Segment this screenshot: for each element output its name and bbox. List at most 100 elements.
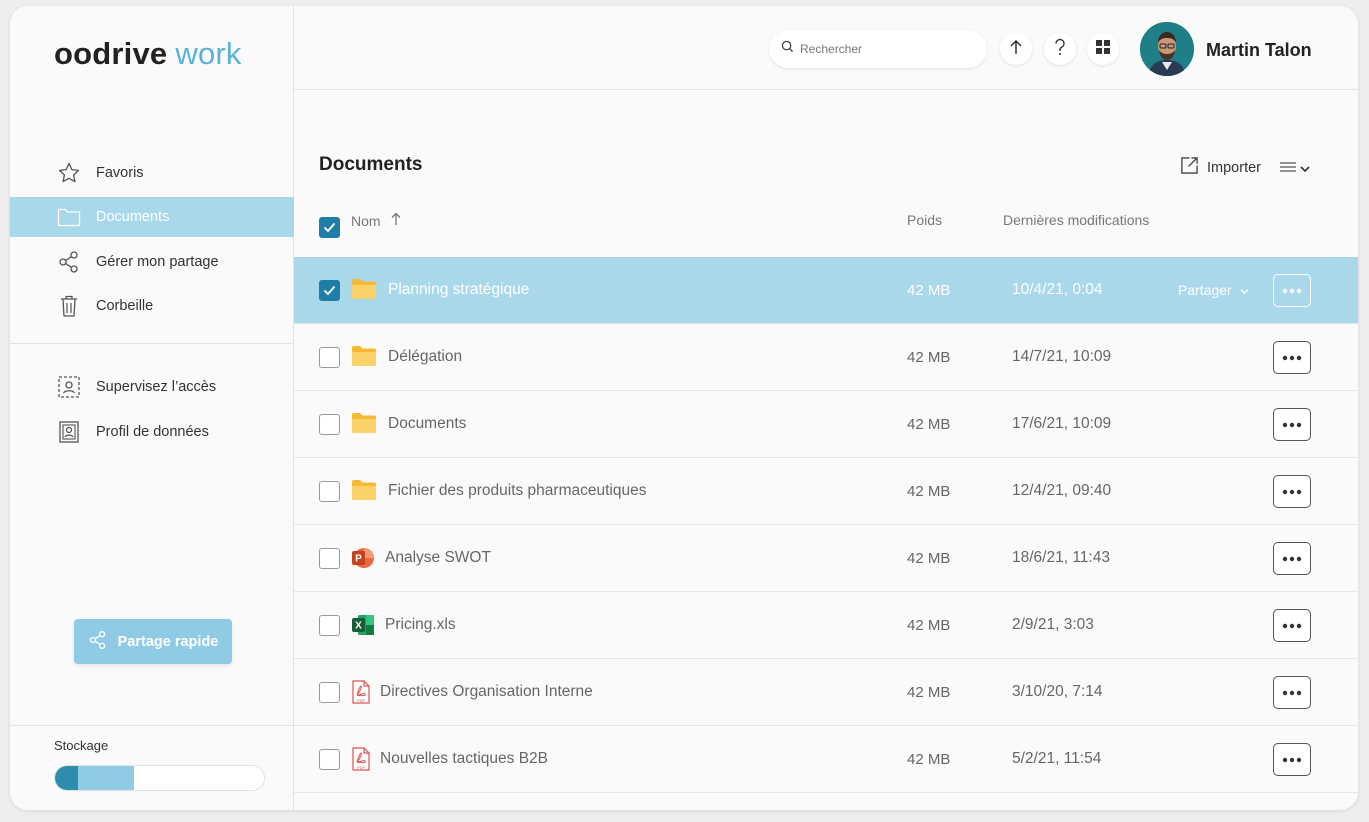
file-name[interactable]: Nouvelles tactiques B2B	[380, 750, 548, 768]
sidebar-item-label: Profil de données	[96, 424, 209, 440]
trash-icon	[56, 293, 82, 319]
file-modified-date: 18/6/21, 11:43	[1012, 549, 1110, 566]
file-list: Planning stratégique 42 MB 10/4/21, 0:04 Pa…	[294, 257, 1358, 793]
search-input[interactable]	[800, 42, 980, 56]
avatar[interactable]	[1140, 22, 1194, 76]
list-view-icon	[1280, 160, 1296, 178]
column-header-modified[interactable]: Dernières modifications	[1003, 212, 1149, 228]
file-name[interactable]: Fichier des produits pharmaceutiques	[388, 482, 646, 500]
file-name[interactable]: Documents	[388, 415, 466, 433]
folder-icon	[351, 412, 377, 436]
excel-icon: X	[351, 613, 377, 637]
table-row[interactable]: Délégation 42 MB 14/7/21, 10:09	[294, 324, 1358, 391]
folder-icon	[351, 278, 377, 302]
sidebar-item-label: Supervisez l’accès	[96, 379, 217, 395]
row-checkbox[interactable]	[319, 548, 340, 569]
file-modified-date: 17/6/21, 10:09	[1012, 415, 1112, 432]
svg-text:X: X	[355, 621, 362, 632]
file-name[interactable]: Délégation	[388, 348, 462, 366]
file-name[interactable]: Analyse SWOT	[385, 549, 491, 567]
table-row[interactable]: Documents 42 MB 17/6/21, 10:09	[294, 391, 1358, 458]
row-checkbox[interactable]	[319, 347, 340, 368]
quick-share-label: Partage rapide	[117, 633, 219, 650]
upload-button[interactable]	[1000, 33, 1032, 65]
table-row[interactable]: PDF Nouvelles tactiques B2B 42 MB 5/2/21, 1…	[294, 726, 1358, 793]
share-icon	[56, 249, 82, 275]
more-dots-icon	[1282, 489, 1302, 494]
chevron-down-icon	[1300, 160, 1310, 178]
more-dots-icon	[1282, 623, 1302, 628]
apps-button[interactable]	[1087, 33, 1119, 65]
more-options-button[interactable]	[1273, 341, 1311, 374]
sidebar-item-profil[interactable]: Profil de données	[10, 412, 294, 452]
select-all-checkbox[interactable]	[319, 217, 340, 238]
sidebar-item-gerer-partage[interactable]: Gérer mon partage	[10, 242, 294, 282]
file-modified-date: 2/9/21, 3:03	[1012, 616, 1094, 633]
more-options-button[interactable]	[1273, 609, 1311, 642]
page-title: Documents	[319, 154, 423, 175]
quick-share-button[interactable]: Partage rapide	[74, 619, 232, 664]
file-name[interactable]: Directives Organisation Interne	[380, 683, 593, 701]
powerpoint-icon: P	[351, 546, 377, 570]
svg-text:P: P	[355, 554, 362, 565]
app-window: oodrive work Favoris Documents Gérer mon …	[10, 6, 1358, 810]
folder-icon	[351, 345, 377, 369]
column-label: Nom	[351, 212, 381, 229]
more-dots-icon	[1282, 422, 1302, 427]
svg-text:PDF: PDF	[357, 765, 366, 770]
more-dots-icon	[1282, 757, 1302, 762]
row-checkbox[interactable]	[319, 615, 340, 636]
row-checkbox[interactable]	[319, 481, 340, 502]
file-size: 42 MB	[907, 617, 951, 634]
more-dots-icon	[1282, 690, 1302, 695]
more-options-button[interactable]	[1273, 475, 1311, 508]
check-icon	[323, 285, 336, 296]
column-header-size[interactable]: Poids	[907, 212, 942, 228]
column-header-name[interactable]: Nom	[351, 212, 401, 229]
help-button[interactable]	[1044, 33, 1076, 65]
sidebar-item-label: Gérer mon partage	[96, 254, 219, 270]
table-row[interactable]: Planning stratégique 42 MB 10/4/21, 0:04 Pa…	[294, 257, 1358, 324]
more-dots-icon	[1282, 355, 1302, 360]
folder-icon	[351, 479, 377, 503]
file-name[interactable]: Pricing.xls	[385, 616, 456, 634]
file-size: 42 MB	[907, 684, 951, 701]
more-options-button[interactable]	[1273, 542, 1311, 575]
import-icon	[1180, 156, 1199, 179]
file-modified-date: 5/2/21, 11:54	[1012, 750, 1102, 767]
table-row[interactable]: X Pricing.xls 42 MB 2/9/21, 3:03	[294, 592, 1358, 659]
file-modified-date: 10/4/21, 0:04	[1012, 281, 1103, 298]
more-options-button[interactable]	[1273, 743, 1311, 776]
help-icon	[1053, 38, 1067, 60]
more-options-button[interactable]	[1273, 274, 1311, 307]
table-row[interactable]: PDF Directives Organisation Interne 42 MB 3…	[294, 659, 1358, 726]
share-label: Partager	[1178, 282, 1232, 298]
access-icon	[56, 374, 82, 400]
share-dropdown[interactable]: Partager	[1178, 282, 1249, 298]
row-checkbox[interactable]	[319, 280, 340, 301]
file-name[interactable]: Planning stratégique	[388, 281, 529, 299]
storage-divider	[10, 725, 294, 726]
sidebar-item-label: Corbeille	[96, 298, 154, 314]
row-checkbox[interactable]	[319, 414, 340, 435]
view-toggle[interactable]	[1280, 160, 1310, 178]
logo[interactable]: oodrive work	[54, 36, 242, 72]
chevron-down-icon	[1240, 289, 1249, 295]
file-size: 42 MB	[907, 416, 951, 433]
sidebar-item-supervisez[interactable]: Supervisez l’accès	[10, 367, 294, 407]
row-checkbox[interactable]	[319, 749, 340, 770]
more-options-button[interactable]	[1273, 408, 1311, 441]
sidebar-item-favoris[interactable]: Favoris	[10, 153, 294, 193]
search-box[interactable]	[769, 30, 987, 68]
sidebar-item-corbeille[interactable]: Corbeille	[10, 286, 294, 326]
table-row[interactable]: P Analyse SWOT 42 MB 18/6/21, 11:43	[294, 525, 1358, 592]
row-checkbox[interactable]	[319, 682, 340, 703]
sidebar-item-documents[interactable]: Documents	[10, 197, 294, 237]
storage-segment-fill	[55, 766, 78, 790]
sidebar: oodrive work Favoris Documents Gérer mon …	[10, 6, 294, 810]
table-row[interactable]: Fichier des produits pharmaceutiques 42 M…	[294, 458, 1358, 525]
upload-icon	[1009, 39, 1023, 59]
import-button[interactable]: Importer	[1180, 156, 1261, 179]
user-name[interactable]: Martin Talon	[1206, 40, 1312, 61]
more-options-button[interactable]	[1273, 676, 1311, 709]
